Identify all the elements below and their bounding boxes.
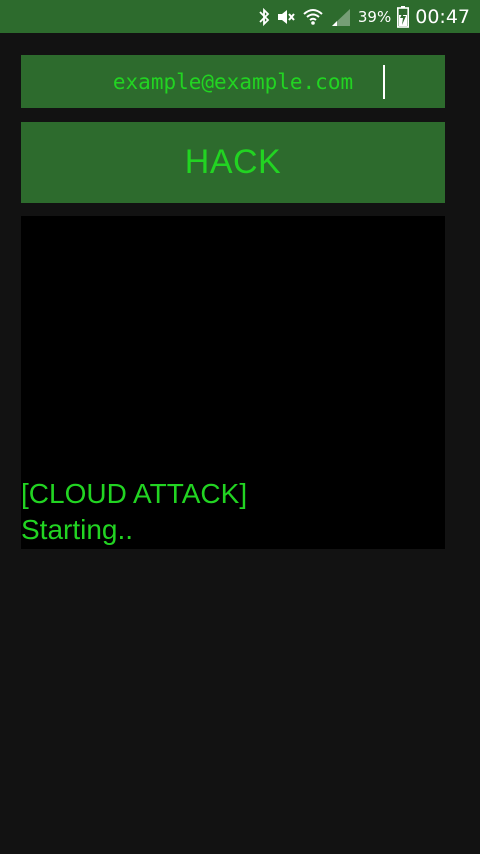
bluetooth-icon <box>258 5 270 29</box>
signal-icon <box>330 5 352 29</box>
console-line: Starting.. <box>21 514 134 545</box>
clock: 00:47 <box>415 5 470 28</box>
wifi-icon <box>302 5 324 29</box>
email-field[interactable] <box>21 55 445 108</box>
battery-percent: 39% <box>357 7 392 26</box>
console-line: [CLOUD ATTACK] <box>21 478 248 509</box>
text-cursor <box>383 65 385 99</box>
battery-charging-icon <box>397 5 410 29</box>
console-lines: [CLOUD ATTACK] Starting.. <box>21 476 445 549</box>
status-bar: 39% 00:47 <box>0 0 480 33</box>
hack-button[interactable]: HACK <box>21 122 445 203</box>
console-output: [CLOUD ATTACK] Starting.. <box>21 216 445 549</box>
mute-icon <box>276 5 296 29</box>
